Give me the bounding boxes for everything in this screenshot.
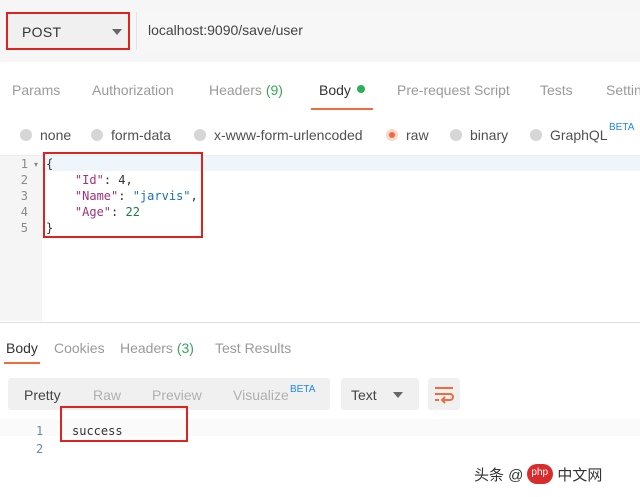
- radio-form-data[interactable]: form-data: [91, 127, 171, 143]
- line-number: 5: [20, 221, 28, 235]
- editor-gutter: 1 ▾ 2 3 4 5: [0, 156, 42, 321]
- response-tabs: Body Cookies Headers (3) Test Results: [0, 330, 640, 364]
- tab-settings[interactable]: Settin: [606, 82, 640, 98]
- url-text: localhost:9090/save/user: [148, 22, 303, 38]
- visualize-beta-badge: BETA: [290, 384, 316, 395]
- view-pretty-button[interactable]: Pretty: [24, 387, 61, 403]
- headers-count: (9): [265, 82, 283, 98]
- highlight-box-request-json: [43, 152, 203, 238]
- chevron-down-icon: [112, 29, 122, 35]
- body-type-options: none form-data x-www-form-urlencoded raw…: [0, 118, 640, 152]
- response-tab-headers[interactable]: Headers (3): [120, 340, 194, 356]
- line-number: 2: [36, 442, 44, 456]
- radio-binary[interactable]: binary: [450, 127, 508, 143]
- modified-dot-icon: [356, 85, 365, 93]
- radio-raw[interactable]: raw: [386, 127, 429, 143]
- watermark: 头条 @ php 中文网: [474, 464, 602, 485]
- graphql-beta-badge: BETA: [609, 122, 635, 133]
- response-headers-count: (3): [176, 340, 194, 356]
- tab-tests[interactable]: Tests: [540, 82, 573, 98]
- php-logo-icon: php: [527, 464, 554, 484]
- tab-pre-request-script[interactable]: Pre-request Script: [397, 82, 510, 98]
- response-tab-test-results[interactable]: Test Results: [215, 340, 291, 356]
- tab-headers[interactable]: Headers (9): [209, 82, 283, 98]
- radio-graphql[interactable]: GraphQL: [530, 127, 608, 143]
- wrap-lines-button[interactable]: [428, 378, 460, 410]
- view-visualize-button[interactable]: Visualize: [233, 387, 289, 403]
- radio-none[interactable]: none: [20, 127, 71, 143]
- fold-arrow-icon[interactable]: ▾: [34, 160, 38, 169]
- highlight-box-response: [60, 406, 188, 442]
- line-number: 4: [20, 205, 28, 219]
- active-tab-indicator: [311, 108, 373, 110]
- view-preview-button[interactable]: Preview: [152, 387, 202, 403]
- radio-urlencoded[interactable]: x-www-form-urlencoded: [194, 127, 363, 143]
- divider: [0, 322, 640, 323]
- format-label: Text: [351, 387, 377, 403]
- tab-params[interactable]: Params: [12, 82, 60, 98]
- radio-icon: [450, 129, 462, 141]
- line-number: 1: [36, 424, 44, 438]
- radio-icon: [530, 129, 542, 141]
- line-number: 1: [20, 157, 28, 171]
- response-tab-cookies[interactable]: Cookies: [54, 340, 105, 356]
- active-response-tab-indicator: [4, 362, 40, 364]
- method-label: POST: [22, 24, 62, 40]
- wrap-lines-icon: [435, 387, 454, 404]
- request-tabs: Params Authorization Headers (9) Body Pr…: [0, 70, 640, 110]
- radio-icon: [20, 129, 32, 141]
- tab-body[interactable]: Body: [319, 82, 365, 98]
- radio-icon: [194, 129, 206, 141]
- line-number: 3: [20, 189, 28, 203]
- url-input[interactable]: localhost:9090/save/user: [136, 12, 640, 50]
- line-number: 2: [20, 173, 28, 187]
- radio-icon: [91, 129, 103, 141]
- view-raw-button[interactable]: Raw: [93, 387, 121, 403]
- method-select[interactable]: POST: [6, 12, 130, 50]
- radio-checked-icon: [386, 129, 398, 141]
- tab-authorization[interactable]: Authorization: [92, 82, 174, 98]
- format-select[interactable]: Text: [341, 378, 419, 410]
- response-tab-body[interactable]: Body: [6, 340, 38, 356]
- chevron-down-icon: [393, 392, 403, 398]
